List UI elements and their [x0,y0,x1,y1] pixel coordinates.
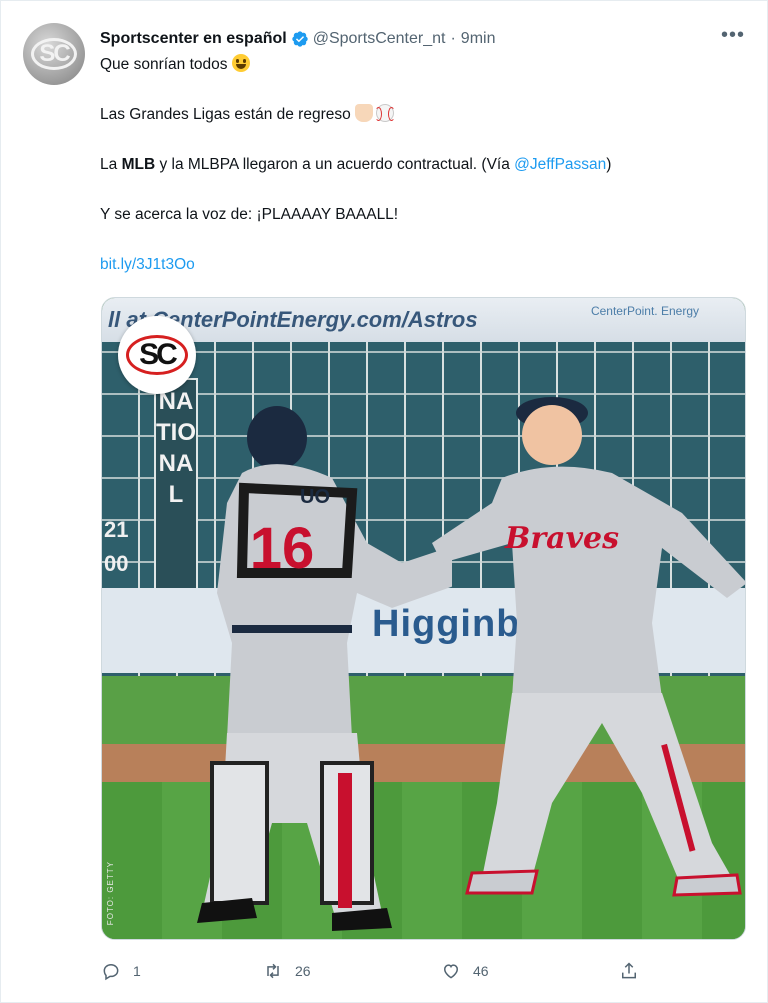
catcher-name-text: UO [300,486,330,508]
retweet-count: 26 [295,963,311,979]
tweet-text: Que sonrían todos Las Grandes Ligas está… [100,53,743,277]
tweet-timestamp[interactable]: 9min [461,30,496,48]
author-name[interactable]: Sportscenter en español [100,30,287,48]
score-digits-top: 21 [104,517,129,542]
reply-count: 1 [133,963,141,979]
share-button[interactable] [619,956,651,986]
energy-logo-text: CenterPoint. Energy [590,304,699,318]
author-handle[interactable]: @SportsCenter_nt [313,30,446,48]
tweet-photo[interactable]: ll at CenterPointEnergy.com/Astros Cente… [101,297,746,940]
photo-credit: FOTO: GETTY [106,860,115,925]
raising-hands-emoji-icon [355,104,374,122]
smiling-face-emoji-icon [231,54,250,72]
tweet-header: Sportscenter en español @SportsCenter_nt… [100,27,747,51]
avatar-logo-text: SC [31,38,77,70]
header-separator: · [450,30,456,47]
verified-badge-icon [292,31,308,47]
tweet-line-2: Las Grandes Ligas están de regreso [100,103,743,127]
like-button[interactable]: 46 [441,956,489,986]
pitcher-jersey-script: Braves [504,521,619,556]
pitcher-figure: Braves [432,397,745,897]
badge-logo-text: SC [126,335,188,375]
baseball-emoji-icon [375,104,396,122]
retweet-button[interactable]: 26 [263,956,311,986]
tweet-line-1-text: Que sonrían todos [100,56,228,73]
heart-icon [443,964,459,979]
score-digits-bottom: 00 [104,551,129,576]
author-avatar[interactable]: SC [23,23,85,85]
share-icon [622,962,636,979]
photo-banner-ad: ll at CenterPointEnergy.com/Astros Cente… [102,298,745,342]
sportscenter-logo-badge: SC [118,316,196,394]
tweet-line-4: Y se acerca la voz de: ¡PLAAAAY BAAALL! [100,206,399,223]
tweet-line-3-mid: y la MLBPA llegaron a un acuerdo contrac… [155,156,515,173]
tweet-line-3-post: ) [606,156,612,173]
tweet-line-3-bold: MLB [121,156,156,173]
tweet-line-3: La MLB y la MLBPA llegaron a un acuerdo … [100,153,743,177]
tweet-card[interactable]: SC Sportscenter en español @SportsCenter… [0,0,768,1003]
reply-icon [103,963,119,981]
mention-link[interactable]: @JeffPassan [514,156,606,173]
tweet-actions-bar: 1 26 46 [101,956,661,986]
tweet-line-2-text: Las Grandes Ligas están de regreso [100,106,351,123]
catcher-figure: 16 UO [197,406,452,931]
retweet-icon [267,963,279,979]
catcher-number-text: 16 [250,516,315,581]
tweet-line-1: Que sonrían todos [100,53,743,77]
tweet-url-link[interactable]: bit.ly/3J1t3Oo [100,256,195,273]
tweet-line-3-pre: La [100,156,122,173]
more-options-icon[interactable]: ••• [721,25,745,45]
reply-button[interactable]: 1 [101,956,141,986]
like-count: 46 [473,963,489,979]
score-digits: 21 00 [104,513,128,581]
